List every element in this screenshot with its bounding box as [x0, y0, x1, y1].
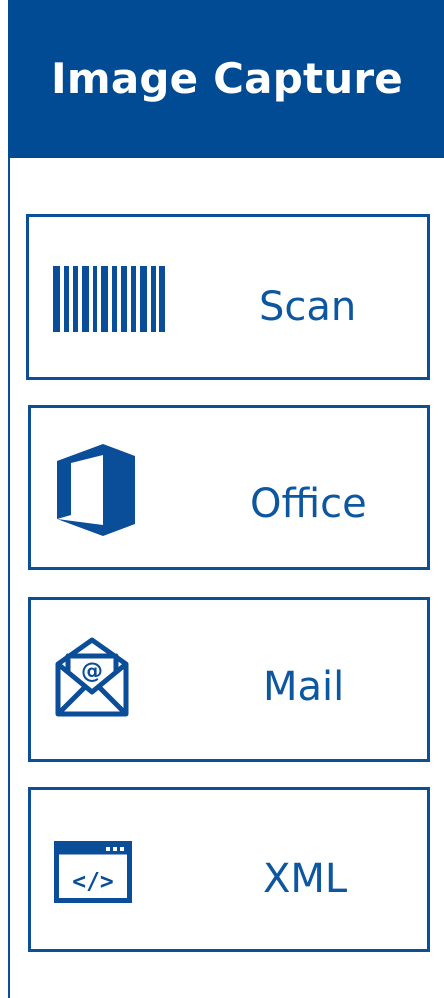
scan-button[interactable]: Scan [26, 214, 430, 380]
header-bar: Image Capture [8, 0, 444, 158]
barcode-icon [53, 266, 165, 336]
scan-label: Scan [259, 284, 357, 330]
xml-button[interactable]: </> XML [28, 787, 430, 952]
office-icon [57, 444, 135, 540]
office-button[interactable]: Office [28, 405, 430, 570]
xml-label: XML [263, 856, 348, 902]
svg-text:@: @ [81, 659, 103, 684]
mail-label: Mail [263, 664, 345, 710]
mail-icon: @ [53, 636, 131, 722]
svg-text:</>: </> [72, 869, 114, 895]
image-capture-panel: Image Capture Scan Office @ Mail </> XML [0, 0, 444, 998]
mail-button[interactable]: @ Mail [28, 597, 430, 762]
page-title: Image Capture [51, 53, 403, 103]
xml-icon: </> [54, 841, 132, 907]
office-label: Office [250, 481, 367, 527]
